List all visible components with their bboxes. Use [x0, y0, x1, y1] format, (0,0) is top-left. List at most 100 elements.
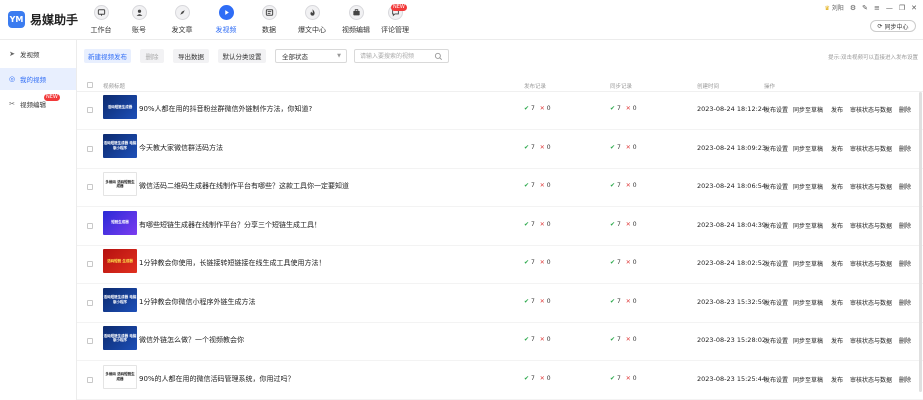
publish-link[interactable]: 发布 — [831, 375, 843, 384]
row-checkbox[interactable] — [87, 222, 93, 229]
col-title: 视频标题 — [103, 84, 126, 90]
category-settings-button[interactable]: 默认分类设置 — [218, 49, 266, 63]
publish-link[interactable]: 发布 — [831, 105, 843, 114]
select-all-checkbox[interactable] — [87, 82, 93, 88]
nav-post-article[interactable]: 发文章 — [161, 5, 203, 35]
col-operations: 操作 — [764, 84, 776, 90]
table-row[interactable]: 活码短链生成器 电脑版小程序 微信外链怎么做？一个视频教会你 ✔ 7 ✕ 0 ✔ 7 ✕ … — [77, 323, 923, 361]
sync-to-draft-link[interactable]: 同步至草稿 — [793, 259, 823, 268]
sidebar-item-my-videos[interactable]: ◎ 我的视频 — [0, 68, 76, 90]
publish-settings-link[interactable]: 发布设置 — [764, 144, 788, 153]
delete-button[interactable]: 删除 — [140, 49, 164, 63]
publish-link[interactable]: 发布 — [831, 336, 843, 345]
delete-link[interactable]: 删除 — [899, 298, 911, 307]
row-checkbox[interactable] — [87, 376, 93, 383]
new-video-button[interactable]: 新建视频发布 — [84, 49, 131, 63]
menu-icon[interactable]: ≡ — [874, 4, 880, 12]
sync-to-draft-link[interactable]: 同步至草稿 — [793, 144, 823, 153]
publish-link[interactable]: 发布 — [831, 298, 843, 307]
minimize-icon[interactable]: — — [886, 4, 893, 12]
table-row[interactable]: 活码短链 生成器 1分钟教会你使用，长链接转短链接在线生成工具使用方法！ ✔ 7 ✕ … — [77, 246, 923, 284]
review-status-link[interactable]: 审核状态与数据 — [850, 259, 892, 268]
gear-icon[interactable]: ⚙ — [850, 4, 856, 12]
publish-link[interactable]: 发布 — [831, 221, 843, 230]
sidebar: ➤ 发视频 ◎ 我的视频 ✂ 视频编辑 NEW — [0, 40, 77, 400]
edit-icon[interactable]: ✎ — [862, 4, 868, 12]
sidebar-item-label: 我的视频 — [20, 76, 46, 84]
publish-fail-count: 0 — [546, 220, 551, 228]
nav-comments[interactable]: 评论管理 NEW — [374, 4, 416, 35]
video-title: 1分钟教会你微信小程序外链生成方法 — [139, 297, 256, 306]
review-status-link[interactable]: 审核状态与数据 — [850, 182, 892, 191]
nav-workbench[interactable]: 工作台 — [80, 5, 122, 35]
sync-to-draft-link[interactable]: 同步至草稿 — [793, 182, 823, 191]
nav-account[interactable]: 账号 — [118, 5, 160, 35]
close-icon[interactable]: ✕ — [911, 4, 917, 12]
row-checkbox[interactable] — [87, 338, 93, 344]
delete-link[interactable]: 删除 — [899, 375, 911, 384]
sync-to-draft-link[interactable]: 同步至草稿 — [793, 105, 823, 114]
review-status-link[interactable]: 审核状态与数据 — [850, 105, 892, 114]
sync-success-count: 7 — [616, 105, 621, 112]
table-row[interactable]: 短链生成器 有哪些短链生成器在线制作平台？分享三个短链生成工具！ ✔ 7 ✕ 0 ✔ 7… — [77, 208, 923, 246]
restore-icon[interactable]: ❐ — [899, 4, 905, 12]
publish-link[interactable]: 发布 — [831, 259, 843, 268]
sync-success-count: 7 — [616, 220, 621, 228]
publish-settings-link[interactable]: 发布设置 — [764, 182, 788, 191]
publish-settings-link[interactable]: 发布设置 — [764, 221, 788, 230]
nav-video-edit[interactable]: 视频编辑 — [335, 5, 377, 35]
publish-record: ✔ 7 ✕ 0 — [524, 298, 551, 305]
video-thumbnail: 活码短链 生成器 — [103, 249, 137, 273]
created-time: 2023-08-23 15:25:44 — [697, 374, 767, 383]
review-status-link[interactable]: 审核状态与数据 — [850, 375, 892, 384]
row-checkbox[interactable] — [87, 299, 93, 306]
publish-settings-link[interactable]: 发布设置 — [764, 375, 788, 384]
publish-settings-link[interactable]: 发布设置 — [764, 105, 788, 114]
row-checkbox[interactable] — [87, 184, 93, 190]
publish-link[interactable]: 发布 — [831, 182, 843, 191]
row-checkbox[interactable] — [87, 261, 93, 267]
delete-link[interactable]: 删除 — [899, 221, 911, 230]
publish-record: ✔ 7 ✕ 0 — [524, 105, 551, 112]
row-checkbox[interactable] — [87, 107, 93, 113]
delete-link[interactable]: 删除 — [899, 105, 911, 114]
table-row[interactable]: 活码短链生成器 电脑版小程序 1分钟教会你微信小程序外链生成方法 ✔ 7 ✕ 0 ✔ 7… — [77, 285, 923, 323]
video-icon: ◎ — [8, 75, 16, 83]
publish-settings-link[interactable]: 发布设置 — [764, 259, 788, 268]
sync-record: ✔ 7 ✕ 0 — [610, 259, 637, 266]
nav-post-video[interactable]: 发视频 — [205, 5, 247, 35]
sync-center-button[interactable]: ⟳ 同步中心 — [870, 20, 916, 32]
table-row[interactable]: 活码短链生成器 90%人都在用的抖音粉丝群微信外链制作方法，你知道? ✔ 7 ✕ 0 ✔… — [77, 92, 923, 130]
user-menu[interactable]: ♛ 刘阳 — [824, 3, 843, 12]
delete-link[interactable]: 删除 — [899, 182, 911, 191]
check-icon: ✔ — [610, 105, 616, 112]
sync-to-draft-link[interactable]: 同步至草稿 — [793, 221, 823, 230]
export-data-button[interactable]: 导出数据 — [173, 49, 209, 63]
check-icon: ✔ — [610, 297, 616, 305]
table-row[interactable]: 活码短链生成器 电脑版小程序 今天教大家微信群活码方法 ✔ 7 ✕ 0 ✔ 7 ✕ 0 20… — [77, 131, 923, 169]
delete-link[interactable]: 删除 — [899, 336, 911, 345]
row-checkbox[interactable] — [87, 145, 93, 152]
publish-link[interactable]: 发布 — [831, 144, 843, 153]
review-status-link[interactable]: 审核状态与数据 — [850, 336, 892, 345]
sync-to-draft-link[interactable]: 同步至草稿 — [793, 298, 823, 307]
sidebar-item-post-video[interactable]: ➤ 发视频 — [0, 43, 76, 65]
scrollbar[interactable] — [919, 92, 922, 392]
nav-hot-articles[interactable]: 爆文中心 — [291, 5, 333, 35]
review-status-link[interactable]: 审核状态与数据 — [850, 144, 892, 153]
sync-to-draft-link[interactable]: 同步至草稿 — [793, 375, 823, 384]
nav-data[interactable]: 数据 — [248, 5, 290, 35]
review-status-link[interactable]: 审核状态与数据 — [850, 221, 892, 230]
status-select[interactable]: 全部状态 ▼ — [275, 49, 347, 63]
delete-link[interactable]: 删除 — [899, 144, 911, 153]
table-row[interactable]: 多维码 活码短链生成器 微信活码二维码生成器在线制作平台有哪些？这款工具你一定要知… — [77, 169, 923, 207]
publish-settings-link[interactable]: 发布设置 — [764, 298, 788, 307]
sync-to-draft-link[interactable]: 同步至草稿 — [793, 336, 823, 345]
review-status-link[interactable]: 审核状态与数据 — [850, 298, 892, 307]
table-row[interactable]: 多维码 活码短链生成器 90%的人都在用的微信活码管理系统，你用过吗？ ✔ 7 ✕ 0… — [77, 362, 923, 400]
col-sync-record: 同步记录 — [610, 84, 633, 90]
sidebar-item-video-edit[interactable]: ✂ 视频编辑 NEW — [0, 93, 76, 115]
publish-settings-link[interactable]: 发布设置 — [764, 336, 788, 345]
delete-link[interactable]: 删除 — [899, 259, 911, 268]
search-icon[interactable] — [434, 52, 443, 61]
